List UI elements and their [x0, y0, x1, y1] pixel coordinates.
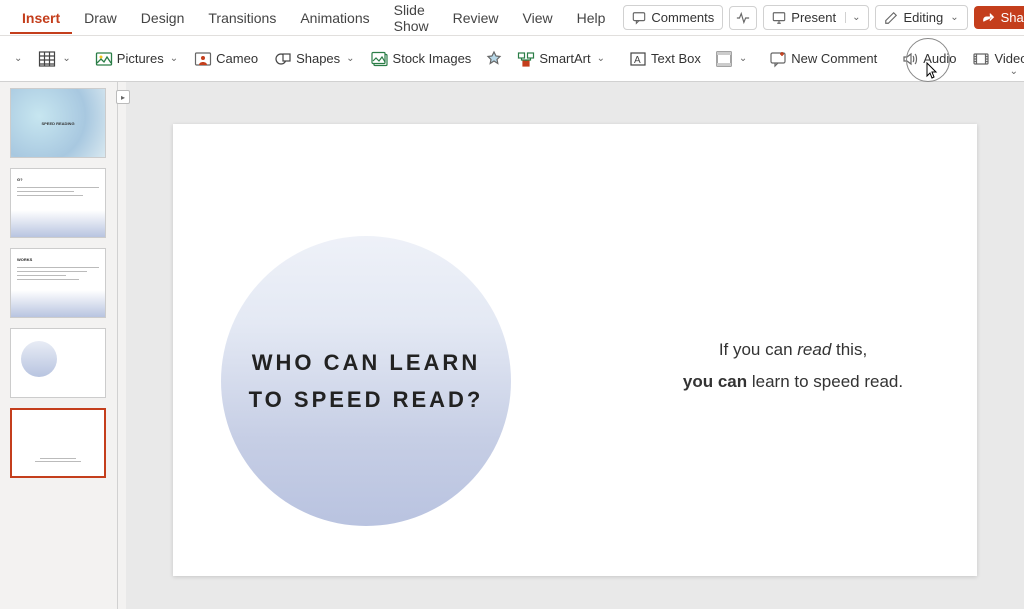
stock-images-icon — [371, 50, 389, 68]
work-area: SPEED READING G? WORKS ▸ WH — [0, 82, 1024, 609]
chevron-down-icon: ⌄ — [845, 12, 860, 23]
video-icon — [972, 50, 990, 68]
slide-title-line2: TO SPEED READ? — [249, 387, 484, 412]
slide-editor[interactable]: WHO CAN LEARN TO SPEED READ? If you can … — [173, 124, 977, 576]
splitter-handle-icon[interactable]: ▸ — [116, 90, 130, 104]
icons-button[interactable] — [481, 46, 507, 72]
slide-title-circle[interactable]: WHO CAN LEARN TO SPEED READ? — [221, 236, 511, 526]
chevron-down-icon: ⌄ — [346, 53, 354, 64]
slide-canvas-area[interactable]: WHO CAN LEARN TO SPEED READ? If you can … — [126, 82, 1024, 609]
thumb-3-title: WORKS — [17, 257, 32, 262]
panel-splitter[interactable]: ▸ — [118, 82, 126, 609]
slide-body-1b: read — [797, 340, 831, 359]
audio-icon — [901, 50, 919, 68]
tab-help[interactable]: Help — [565, 2, 618, 34]
stock-images-label: Stock Images — [393, 51, 472, 66]
editing-mode-button[interactable]: Editing ⌄ — [875, 5, 967, 30]
slide-thumbnail-4[interactable] — [10, 328, 106, 398]
slide-body-1c: this, — [831, 340, 867, 359]
text-box-icon: A — [629, 50, 647, 68]
comments-button[interactable]: Comments — [623, 5, 723, 30]
pictures-label: Pictures — [117, 51, 164, 66]
smartart-icon — [517, 50, 535, 68]
slide-thumbnail-5[interactable] — [10, 408, 106, 478]
chevron-down-icon: ⌄ — [739, 53, 747, 64]
cameo-label: Cameo — [216, 51, 258, 66]
present-label: Present — [791, 10, 836, 25]
pulse-icon — [736, 11, 750, 25]
slide-thumbnail-1[interactable]: SPEED READING — [10, 88, 106, 158]
thumb-2-title: G? — [17, 177, 23, 182]
audio-label: Audio — [923, 51, 956, 66]
slide-body-text[interactable]: If you can read this, you can learn to s… — [633, 334, 953, 399]
header-footer-button[interactable]: ⌄ — [711, 46, 751, 72]
text-box-label: Text Box — [651, 51, 701, 66]
chevron-down-icon: ⌄ — [62, 53, 70, 64]
tab-animations[interactable]: Animations — [288, 2, 381, 34]
chevron-down-icon: ⌄ — [170, 53, 178, 64]
chevron-down-icon: ⌄ — [950, 12, 958, 23]
menu-bar: Insert Draw Design Transitions Animation… — [0, 0, 1024, 36]
slide-title-text: WHO CAN LEARN TO SPEED READ? — [249, 344, 484, 419]
new-comment-icon — [769, 50, 787, 68]
new-comment-label: New Comment — [791, 51, 877, 66]
present-icon — [772, 11, 786, 25]
header-footer-icon — [715, 50, 733, 68]
share-label: Share — [1001, 10, 1024, 25]
slide-thumbnail-2[interactable]: G? — [10, 168, 106, 238]
chevron-down-icon: ⌄ — [1010, 66, 1018, 77]
shapes-label: Shapes — [296, 51, 340, 66]
svg-text:A: A — [634, 55, 641, 66]
editing-label: Editing — [903, 10, 943, 25]
ribbon-collapse-button[interactable]: ⌄ — [1008, 62, 1018, 77]
smartart-button[interactable]: SmartArt ⌄ — [511, 46, 611, 72]
ribbon-insert: ⌄ ⌄ Pictures ⌄ Cameo Shapes ⌄ Stock Imag… — [0, 36, 1024, 82]
tab-draw[interactable]: Draw — [72, 2, 129, 34]
thumbnail-panel[interactable]: SPEED READING G? WORKS — [0, 82, 118, 609]
pencil-icon — [884, 11, 898, 25]
chevron-down-icon: ⌄ — [597, 53, 605, 64]
tab-design[interactable]: Design — [129, 2, 197, 34]
audio-button[interactable]: Audio — [895, 46, 962, 72]
comment-icon — [632, 11, 646, 25]
cameo-button[interactable]: Cameo — [188, 46, 264, 72]
share-icon — [982, 11, 996, 25]
stock-images-button[interactable]: Stock Images — [365, 46, 478, 72]
shapes-button[interactable]: Shapes ⌄ — [268, 46, 360, 72]
picture-icon — [95, 50, 113, 68]
slide-body-1a: If you can — [719, 340, 797, 359]
catchup-button[interactable] — [729, 6, 757, 30]
slide-thumbnail-3[interactable]: WORKS — [10, 248, 106, 318]
comments-label: Comments — [651, 10, 714, 25]
present-button[interactable]: Present ⌄ — [763, 5, 869, 30]
ribbon-leading-dropdown[interactable]: ⌄ — [6, 49, 28, 68]
share-button[interactable]: Share ⌄ — [974, 6, 1024, 29]
tab-review[interactable]: Review — [441, 2, 511, 34]
chevron-down-icon: ⌄ — [14, 53, 22, 64]
shapes-icon — [274, 50, 292, 68]
tab-view[interactable]: View — [511, 2, 565, 34]
cameo-icon — [194, 50, 212, 68]
slide-title-line1: WHO CAN LEARN — [252, 350, 480, 375]
new-comment-button[interactable]: New Comment — [763, 46, 883, 72]
table-icon — [38, 50, 56, 68]
slide-body-2a: you can — [683, 372, 752, 391]
text-box-button[interactable]: A Text Box — [623, 46, 707, 72]
table-button[interactable]: ⌄ — [32, 46, 76, 72]
tab-insert[interactable]: Insert — [10, 2, 72, 34]
pictures-button[interactable]: Pictures ⌄ — [89, 46, 184, 72]
icons-icon — [485, 50, 503, 68]
smartart-label: SmartArt — [539, 51, 590, 66]
thumb-1-title: SPEED READING — [41, 121, 74, 126]
tab-transitions[interactable]: Transitions — [196, 2, 288, 34]
slide-body-2b: learn to speed read. — [752, 372, 903, 391]
